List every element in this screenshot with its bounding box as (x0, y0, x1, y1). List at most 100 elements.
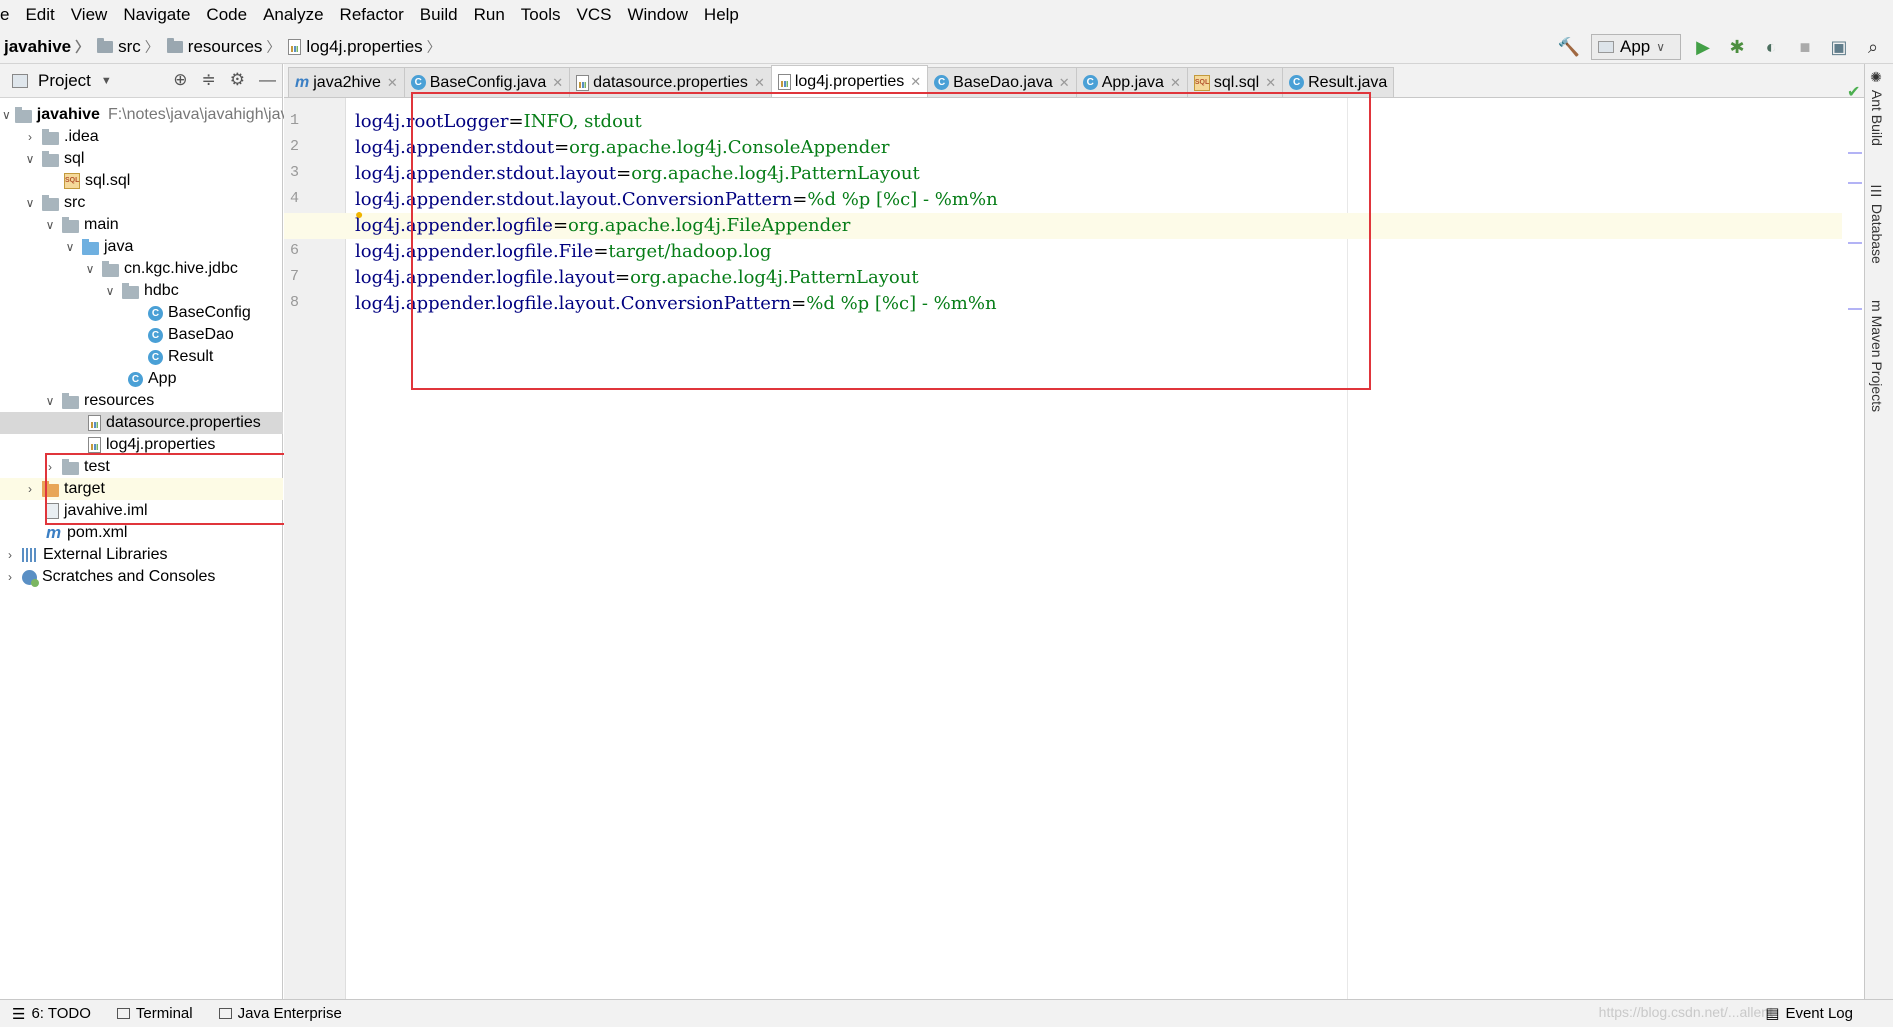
menu-help[interactable]: Help (696, 0, 747, 30)
folder-icon (42, 151, 59, 167)
coverage-icon[interactable]: ◐ (1759, 35, 1783, 59)
scroll-mark (1848, 308, 1862, 310)
collapse-all-icon[interactable]: ≑ (202, 70, 216, 90)
menu-run[interactable]: Run (466, 0, 513, 30)
tree-item-label: datasource.properties (106, 414, 261, 431)
tree-item-external-libraries[interactable]: › External Libraries (0, 544, 283, 566)
tree-item-sql-folder[interactable]: ∨ sql (0, 148, 283, 170)
side-tab-ant-build[interactable]: ✺ Ant Build (1869, 70, 1885, 146)
package-icon (122, 283, 139, 299)
menu-tools[interactable]: Tools (513, 0, 569, 30)
chevron-down-icon[interactable]: ∨ (22, 152, 38, 166)
tree-item-idea[interactable]: › .idea (0, 126, 283, 148)
chevron-down-icon[interactable]: ∨ (22, 196, 38, 210)
menu-window[interactable]: Window (619, 0, 695, 30)
tree-item-package[interactable]: ∨ cn.kgc.hive.jdbc (0, 258, 283, 280)
scratches-icon (22, 569, 39, 587)
chevron-down-icon[interactable]: ∨ (2, 108, 11, 122)
tree-item-java[interactable]: ∨ java (0, 236, 283, 258)
tab-label: log4j.properties (794, 72, 905, 90)
tree-item-app[interactable]: C App (0, 368, 283, 390)
side-tab-database[interactable]: ☰ Database (1869, 184, 1885, 264)
hide-icon[interactable]: — (259, 70, 276, 90)
close-icon[interactable]: ✕ (754, 75, 765, 91)
tree-item-label: resources (84, 392, 155, 409)
breadcrumb-file[interactable]: log4j.properties 〉 (284, 37, 444, 57)
breadcrumb-label: javahive (4, 36, 72, 56)
breadcrumb-label: resources (187, 36, 263, 56)
close-icon[interactable]: ✕ (1170, 75, 1181, 91)
chevron-down-icon[interactable]: ∨ (82, 262, 98, 276)
menu-code[interactable]: Code (198, 0, 255, 30)
menu-build[interactable]: Build (412, 0, 466, 30)
close-icon[interactable]: ✕ (910, 74, 921, 90)
locate-icon[interactable]: ⊕ (173, 70, 187, 90)
breadcrumb-src[interactable]: src 〉 (93, 37, 163, 57)
stop-icon[interactable]: ■ (1793, 35, 1817, 59)
tab-java2hive[interactable]: m java2hive ✕ (288, 67, 405, 97)
hammer-build-icon[interactable]: 🔨 (1557, 35, 1581, 59)
tree-item-label: pom.xml (67, 524, 128, 541)
tree-item-hdbc[interactable]: ∨ hdbc (0, 280, 283, 302)
side-tab-maven-projects[interactable]: m Maven Projects (1869, 300, 1885, 412)
chevron-right-icon[interactable]: › (2, 570, 18, 584)
chevron-down-icon[interactable]: ∨ (42, 218, 58, 232)
tool-java-enterprise[interactable]: Java Enterprise (218, 1005, 342, 1022)
gear-icon[interactable]: ⚙ (230, 70, 245, 90)
tree-item-result[interactable]: C Result (0, 346, 283, 368)
debug-icon[interactable]: ✱ (1725, 35, 1749, 59)
close-icon[interactable]: ✕ (387, 75, 398, 91)
list-icon: ☰ (12, 1005, 26, 1023)
tree-item-basedao[interactable]: C BaseDao (0, 324, 283, 346)
close-icon[interactable]: ✕ (552, 75, 563, 91)
chevron-right-icon: 〉 (75, 38, 90, 55)
tree-item-javahive[interactable]: ∨ javahive F:\notes\java\javahigh\javahi… (0, 104, 327, 126)
search-icon[interactable]: ⌕ (1861, 35, 1885, 59)
folder-icon (62, 217, 79, 233)
tree-item-src[interactable]: ∨ src (0, 192, 283, 214)
menu-file[interactable]: e (0, 0, 17, 30)
tree-item-baseconfig[interactable]: C BaseConfig (0, 302, 283, 324)
tree-item-main[interactable]: ∨ main (0, 214, 283, 236)
scroll-mark (1848, 182, 1862, 184)
chevron-right-icon[interactable]: › (2, 548, 18, 562)
tree-item-datasource-properties[interactable]: datasource.properties (0, 412, 283, 434)
tree-item-label: cn.kgc.hive.jdbc (124, 260, 238, 277)
sql-file-icon: SQL (1193, 74, 1210, 91)
menu-analyze[interactable]: Analyze (255, 0, 331, 30)
close-icon[interactable]: ✕ (1059, 75, 1070, 91)
class-icon: C (1289, 75, 1305, 90)
run-icon[interactable]: ▶ (1691, 35, 1715, 59)
folder-icon (42, 129, 59, 145)
tree-item-pom[interactable]: m pom.xml (0, 522, 283, 544)
properties-file-icon (88, 415, 101, 431)
event-log-button[interactable]: ▤ Event Log (1765, 1004, 1853, 1023)
folder-icon (97, 37, 114, 53)
tool-terminal[interactable]: Terminal (116, 1005, 193, 1022)
tool-todo[interactable]: ☰ 6: TODO (12, 1005, 91, 1023)
project-panel-title[interactable]: Project (38, 71, 91, 91)
menu-view[interactable]: View (63, 0, 116, 30)
menu-vcs[interactable]: VCS (568, 0, 619, 30)
lightbulb-icon[interactable]: ● (355, 206, 363, 222)
chevron-right-icon[interactable]: › (22, 482, 38, 496)
tree-item-label: sql.sql (85, 172, 131, 189)
tree-item-resources[interactable]: ∨ resources (0, 390, 283, 412)
close-icon[interactable]: ✕ (1265, 75, 1276, 91)
chevron-down-icon[interactable]: ∨ (42, 394, 58, 408)
tree-item-scratches[interactable]: › Scratches and Consoles (0, 566, 283, 588)
menu-navigate[interactable]: Navigate (115, 0, 198, 30)
run-configuration-select[interactable]: App ∨ (1591, 34, 1681, 60)
chevron-down-icon[interactable]: ∨ (102, 284, 118, 298)
menu-refactor[interactable]: Refactor (332, 0, 412, 30)
line-number: 2 (290, 138, 300, 155)
chevron-right-icon[interactable]: › (22, 130, 38, 144)
tree-item-sql-file[interactable]: SQL sql.sql (0, 170, 283, 192)
tree-item-label: .idea (64, 128, 99, 145)
project-structure-icon[interactable]: ▣ (1827, 35, 1851, 59)
breadcrumb-project[interactable]: javahive 〉 (0, 37, 93, 57)
breadcrumb-resources[interactable]: resources 〉 (163, 37, 285, 57)
menu-edit[interactable]: Edit (17, 0, 62, 30)
caret-down-icon[interactable]: ▼ (101, 75, 112, 87)
chevron-down-icon[interactable]: ∨ (62, 240, 78, 254)
